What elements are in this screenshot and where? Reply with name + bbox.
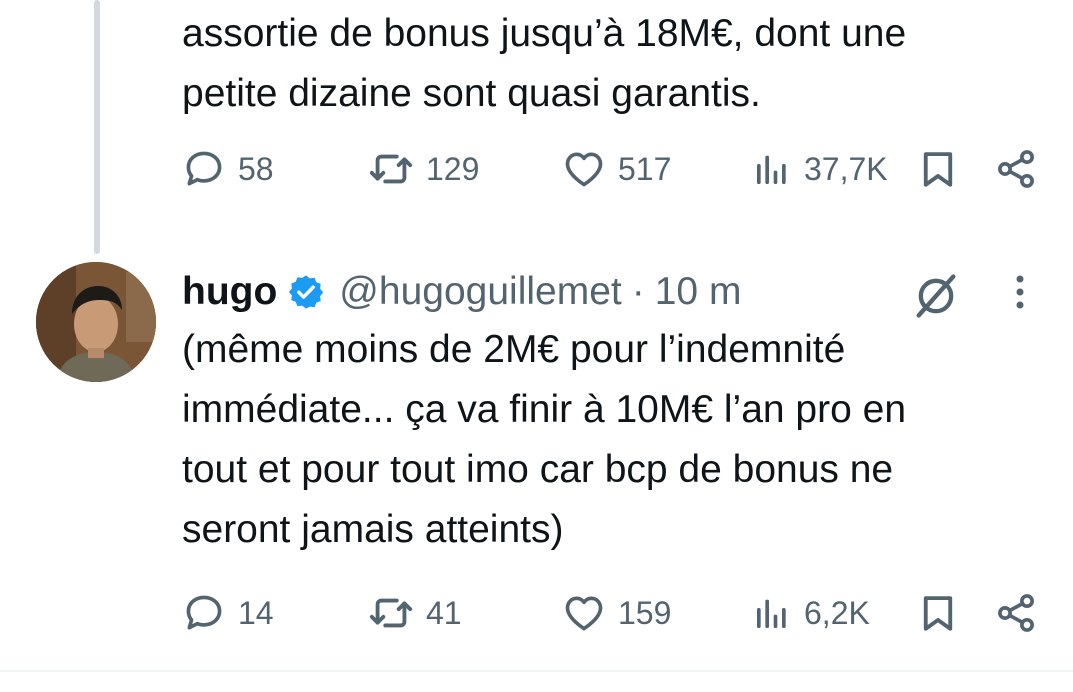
- previous-tweet-actions: 58 129 517 37,7K: [182, 144, 1042, 194]
- retweet-icon: [368, 146, 414, 192]
- bookmark-icon: [917, 148, 959, 190]
- reply-button[interactable]: 14: [182, 588, 274, 638]
- tweet-header: hugo @hugoguillemet · 10 m: [182, 262, 741, 322]
- heart-icon: [562, 591, 606, 635]
- bookmark-button[interactable]: [917, 144, 959, 194]
- retweet-button[interactable]: 129: [368, 144, 479, 194]
- retweet-button[interactable]: 41: [368, 588, 462, 638]
- reply-icon: [182, 591, 226, 635]
- like-count: 517: [618, 150, 672, 187]
- bookmark-icon: [917, 592, 959, 634]
- verified-badge-icon[interactable]: [287, 273, 325, 311]
- views-icon: [752, 593, 792, 633]
- reply-icon: [182, 147, 226, 191]
- retweet-count: 41: [426, 594, 462, 631]
- tweet-timestamp[interactable]: 10 m: [655, 270, 742, 314]
- reply-count: 14: [238, 594, 274, 631]
- like-button[interactable]: 517: [562, 144, 671, 194]
- retweet-count: 129: [426, 150, 480, 187]
- retweet-icon: [368, 590, 414, 636]
- bookmark-button[interactable]: [917, 588, 959, 638]
- like-button[interactable]: 159: [562, 588, 671, 638]
- views-count: 37,7K: [804, 150, 888, 187]
- views-icon: [752, 149, 792, 189]
- author-display-name[interactable]: hugo: [182, 270, 277, 314]
- views-button[interactable]: 37,7K: [752, 144, 888, 194]
- reply-tweet-text: (même moins de 2M€ pour l’indemnité immé…: [182, 328, 907, 551]
- heart-icon: [562, 147, 606, 191]
- views-count: 6,2K: [804, 594, 870, 631]
- share-icon: [994, 591, 1038, 635]
- share-icon: [994, 147, 1038, 191]
- tweet-divider: [0, 670, 1073, 672]
- author-handle[interactable]: @hugoguillemet: [339, 270, 621, 314]
- reply-count: 58: [238, 150, 274, 187]
- share-button[interactable]: [994, 144, 1038, 194]
- header-separator: ·: [631, 270, 645, 313]
- views-button[interactable]: 6,2K: [752, 588, 870, 638]
- reply-button[interactable]: 58: [182, 144, 274, 194]
- previous-tweet-text: assortie de bonus jusqu’à 18M€, dont une…: [182, 12, 907, 115]
- more-vertical-icon[interactable]: [1005, 270, 1035, 320]
- thread-connector-line: [94, 0, 100, 254]
- avatar[interactable]: [36, 262, 156, 382]
- reply-tweet-actions: 14 41 159 6,2K: [182, 588, 1042, 638]
- grok-icon[interactable]: [910, 270, 962, 322]
- like-count: 159: [618, 594, 672, 631]
- share-button[interactable]: [994, 588, 1038, 638]
